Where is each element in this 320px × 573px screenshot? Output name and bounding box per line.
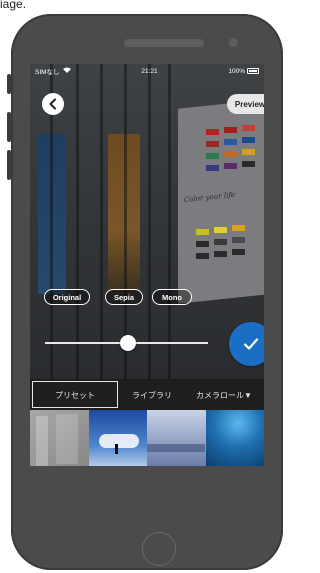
window-bar bbox=[148, 64, 151, 379]
thumb-gray-building[interactable] bbox=[30, 410, 89, 466]
volume-up-button bbox=[7, 112, 11, 142]
battery-percent: 100% bbox=[228, 67, 245, 75]
status-right: 100% bbox=[228, 68, 259, 75]
active-tab-indicator bbox=[32, 381, 118, 408]
home-button[interactable] bbox=[142, 532, 176, 566]
thumb-misty-lake[interactable] bbox=[147, 410, 206, 466]
tab-library[interactable]: ライブラリ bbox=[120, 380, 184, 410]
color-swatch bbox=[206, 129, 219, 135]
intensity-slider-thumb[interactable] bbox=[120, 335, 136, 351]
window-bar bbox=[124, 64, 127, 379]
chevron-left-icon bbox=[49, 98, 56, 110]
filter-original-button[interactable]: Original bbox=[44, 289, 90, 305]
color-swatch bbox=[214, 251, 227, 257]
tab-camera-roll[interactable]: カメラロール▼ bbox=[184, 380, 264, 410]
color-swatch bbox=[242, 161, 255, 167]
volume-down-button bbox=[7, 150, 11, 180]
preview-button[interactable]: Preview bbox=[227, 94, 264, 114]
filter-mono-button[interactable]: Mono bbox=[152, 289, 192, 305]
thumb-underwater[interactable] bbox=[205, 410, 264, 466]
screen: Color your life SIMなし 21:21 100% Preview… bbox=[30, 64, 264, 466]
source-tabs: プリセット ライブラリ カメラロール▼ bbox=[30, 380, 264, 410]
window-bar bbox=[168, 64, 171, 379]
battery-icon bbox=[247, 68, 259, 74]
filter-sepia-button[interactable]: Sepia bbox=[105, 289, 143, 305]
page-caption: iage. bbox=[0, 0, 27, 11]
color-swatch bbox=[242, 125, 255, 131]
editing-photo: Color your life bbox=[30, 64, 264, 379]
color-swatch bbox=[242, 149, 255, 155]
checkmark-icon bbox=[243, 338, 259, 350]
color-swatch bbox=[232, 237, 245, 243]
color-swatch bbox=[196, 229, 209, 235]
color-swatch bbox=[206, 153, 219, 159]
status-left: SIMなし bbox=[35, 66, 71, 76]
mute-switch bbox=[7, 74, 11, 94]
thumbnail-grid bbox=[30, 410, 264, 466]
color-swatch bbox=[224, 151, 237, 157]
color-swatch bbox=[224, 127, 237, 133]
window-bar bbox=[76, 64, 79, 379]
wifi-icon bbox=[62, 67, 71, 75]
color-swatch bbox=[214, 227, 227, 233]
status-bar: SIMなし 21:21 100% bbox=[30, 64, 264, 78]
carrier-label: SIMなし bbox=[35, 69, 60, 76]
window-bar bbox=[100, 64, 103, 379]
color-swatch bbox=[206, 165, 219, 171]
color-swatch bbox=[224, 139, 237, 145]
color-swatch bbox=[196, 253, 209, 259]
thumb-sky-person[interactable] bbox=[88, 410, 147, 466]
status-time: 21:21 bbox=[141, 67, 158, 75]
earpiece-speaker bbox=[124, 39, 204, 47]
color-swatch bbox=[242, 137, 255, 143]
color-swatch bbox=[206, 141, 219, 147]
back-button[interactable] bbox=[42, 93, 64, 115]
color-swatch bbox=[232, 225, 245, 231]
color-swatch bbox=[196, 241, 209, 247]
poster-text: Color your life bbox=[184, 190, 236, 205]
front-camera bbox=[229, 38, 238, 47]
color-swatch bbox=[232, 249, 245, 255]
color-swatch bbox=[224, 163, 237, 169]
color-swatch bbox=[214, 239, 227, 245]
